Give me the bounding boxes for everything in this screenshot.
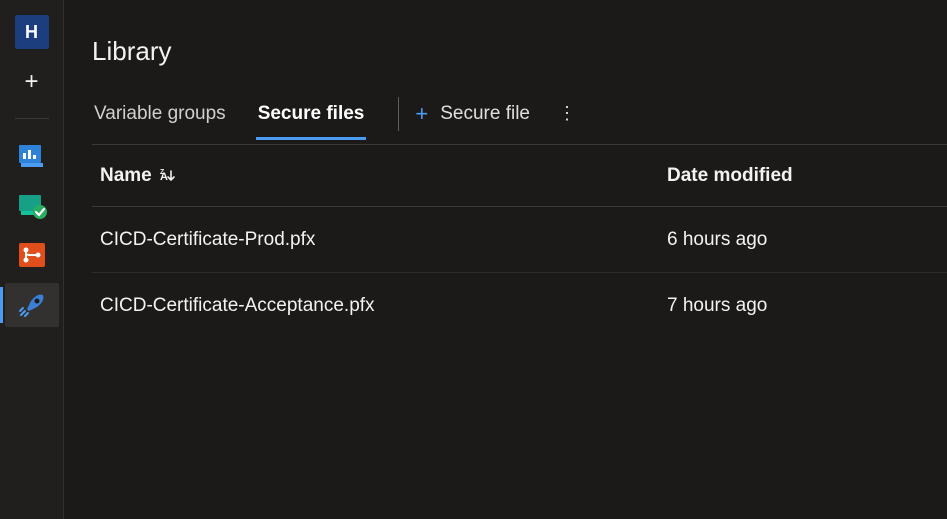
file-name: CICD-Certificate-Acceptance.pfx [100,295,667,317]
more-actions-button[interactable]: ⋮ [558,103,577,138]
add-secure-file-label: Secure file [440,103,530,125]
table-header: Name A Z Date modified [92,145,947,207]
file-name: CICD-Certificate-Prod.pfx [100,229,667,251]
nav-repos[interactable] [5,233,59,277]
pipelines-rocket-icon [17,291,47,319]
sort-icon: A Z [160,168,176,184]
project-badge: H [15,15,49,49]
sidebar-divider [15,118,49,119]
sidebar: H + [0,0,64,519]
boards-icon [17,191,47,219]
nav-overview[interactable] [5,133,59,177]
repos-icon [17,241,47,269]
add-secure-file-button[interactable]: + Secure file [415,101,530,141]
tab-secure-files[interactable]: Secure files [256,103,367,139]
tab-separator [398,97,399,131]
table-row[interactable]: CICD-Certificate-Prod.pfx 6 hours ago [92,207,947,273]
tab-variable-groups[interactable]: Variable groups [92,103,228,139]
plus-icon: + [415,101,428,127]
file-modified: 6 hours ago [667,229,947,251]
tabbar: Variable groups Secure files + Secure fi… [92,97,947,145]
overview-icon [17,141,47,169]
nav-pipelines[interactable] [5,283,59,327]
svg-text:Z: Z [160,169,165,176]
page-title: Library [92,36,947,67]
table-row[interactable]: CICD-Certificate-Acceptance.pfx 7 hours … [92,273,947,339]
column-header-date[interactable]: Date modified [667,165,947,187]
nav-boards[interactable] [5,183,59,227]
file-modified: 7 hours ago [667,295,947,317]
column-header-name[interactable]: Name A Z [100,165,667,187]
main-content: Library Variable groups Secure files + S… [64,0,947,519]
add-project-button[interactable]: + [5,60,59,104]
column-name-label: Name [100,165,152,187]
more-vertical-icon: ⋮ [558,103,577,123]
project-badge-button[interactable]: H [5,10,59,54]
plus-icon: + [24,68,38,96]
